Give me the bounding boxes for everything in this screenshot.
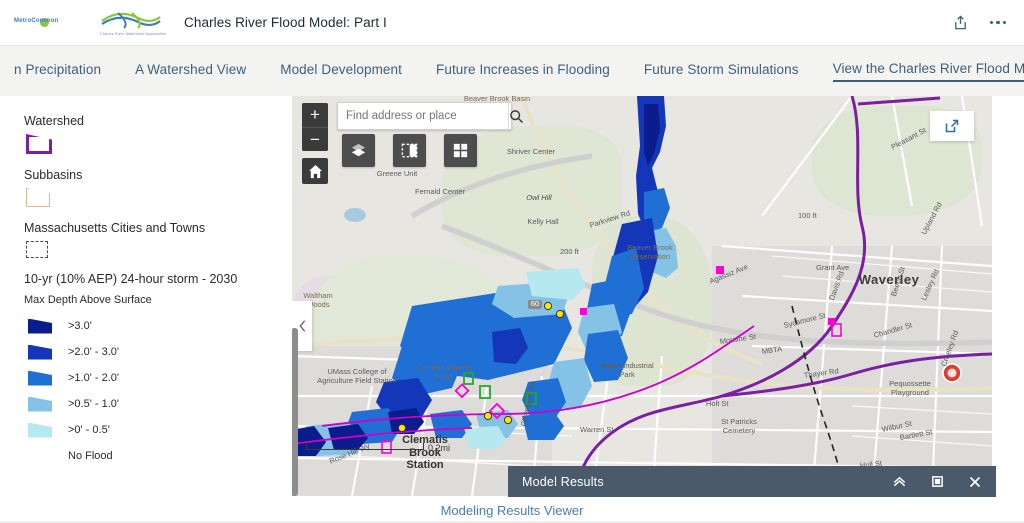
chevron-double-up-icon[interactable] bbox=[892, 474, 907, 489]
depth-label: >3.0' bbox=[68, 320, 92, 332]
map-scrollbar[interactable] bbox=[292, 328, 298, 496]
nav-item-watershed-view[interactable]: A Watershed View bbox=[135, 62, 246, 81]
depth-label: >1.0' - 2.0' bbox=[68, 372, 119, 384]
node-marker bbox=[503, 415, 513, 425]
depth-swatch bbox=[28, 449, 52, 464]
nav-item-future-storm-simulations[interactable]: Future Storm Simulations bbox=[644, 62, 799, 81]
depth-label: >2.0' - 3.0' bbox=[68, 346, 119, 358]
share-icon[interactable] bbox=[953, 15, 968, 31]
node-marker bbox=[483, 411, 493, 421]
legend-storm-scenario: 10-yr (10% AEP) 24-hour storm - 2030 bbox=[24, 272, 238, 286]
legend-group-subbasins: Subbasins bbox=[24, 168, 290, 207]
legend-group-label: Watershed bbox=[24, 114, 84, 128]
map-tool-row bbox=[342, 134, 477, 167]
diamond-marker bbox=[454, 383, 470, 399]
legend-depth-item: >2.0' - 3.0' bbox=[24, 340, 290, 364]
zoom-in-button[interactable]: + bbox=[302, 103, 328, 127]
model-results-actions bbox=[892, 474, 982, 489]
search-input[interactable] bbox=[338, 110, 508, 122]
depth-swatch bbox=[28, 422, 52, 438]
expand-map-button[interactable] bbox=[930, 111, 974, 141]
page-title: Charles River Flood Model: Part I bbox=[184, 15, 387, 30]
layer-compare-icon bbox=[401, 143, 418, 158]
site-marker bbox=[716, 266, 724, 274]
content-area: Watershed Subbasins Massachusetts Cities… bbox=[0, 96, 1024, 496]
home-button[interactable] bbox=[302, 158, 328, 184]
search-icon bbox=[510, 109, 523, 123]
basemap-gallery-button[interactable] bbox=[342, 134, 375, 167]
nav-item-view-flood-model[interactable]: View the Charles River Flood M... bbox=[832, 61, 1024, 82]
legend-depth-item: >0' - 0.5' bbox=[24, 418, 290, 442]
depth-swatch bbox=[28, 396, 52, 412]
model-results-title: Model Results bbox=[522, 474, 604, 489]
layer-list-button[interactable] bbox=[444, 134, 477, 167]
expand-external-icon bbox=[945, 119, 959, 133]
depth-swatch bbox=[28, 370, 52, 386]
site-marker bbox=[831, 323, 842, 337]
layer-compare-button[interactable] bbox=[393, 134, 426, 167]
home-icon bbox=[308, 164, 322, 178]
more-options-icon[interactable] bbox=[989, 20, 1006, 25]
modeling-results-viewer-link[interactable]: Modeling Results Viewer bbox=[0, 503, 1024, 518]
crwa-logo-text: Charles River Watershed Association bbox=[100, 31, 167, 36]
node-marker bbox=[543, 301, 553, 311]
crwa-swirl-icon bbox=[101, 11, 161, 29]
nav-item-precipitation[interactable]: n Precipitation bbox=[14, 62, 101, 81]
gauge-marker bbox=[463, 372, 474, 385]
legend-group-label: Subbasins bbox=[24, 168, 83, 182]
map-scale-bar: 0.2mi bbox=[306, 443, 451, 453]
main-navigation: n Precipitation A Watershed View Model D… bbox=[0, 45, 1024, 96]
nav-item-model-development[interactable]: Model Development bbox=[280, 62, 402, 81]
node-marker bbox=[555, 309, 565, 319]
metrocommon-logo: MetroCommon bbox=[14, 15, 92, 31]
legend-group-label: Massachusetts Cities and Towns bbox=[24, 221, 206, 235]
depth-label: >0.5' - 1.0' bbox=[68, 398, 119, 410]
layer-list-icon bbox=[453, 143, 468, 158]
maximize-icon[interactable] bbox=[931, 475, 944, 488]
app-window: MetroCommon Charles River Watershed Asso… bbox=[0, 0, 1024, 523]
map-legend-panel: Watershed Subbasins Massachusetts Cities… bbox=[0, 96, 290, 496]
app-header: MetroCommon Charles River Watershed Asso… bbox=[0, 0, 1024, 45]
legend-depth-item: No Flood bbox=[24, 444, 290, 468]
zoom-controls[interactable]: + − bbox=[302, 103, 328, 151]
scale-bar-label: 0.2mi bbox=[428, 443, 451, 453]
flood-map[interactable]: Beaver Brook Basin Greene Unit Fernald C… bbox=[292, 96, 992, 496]
gauge-marker bbox=[479, 385, 491, 399]
legend-group-cities-towns: Massachusetts Cities and Towns bbox=[24, 221, 290, 258]
zoom-out-button[interactable]: − bbox=[302, 127, 328, 151]
basemap-gallery-icon bbox=[351, 143, 366, 157]
nav-item-future-increases[interactable]: Future Increases in Flooding bbox=[436, 62, 610, 81]
crwa-logo: Charles River Watershed Association bbox=[98, 10, 166, 36]
depth-label: >0' - 0.5' bbox=[68, 424, 110, 436]
subbasin-polygon-icon bbox=[26, 188, 50, 207]
site-marker bbox=[580, 308, 587, 315]
scale-bar-line bbox=[306, 443, 424, 450]
legend-depth-heading: Max Depth Above Surface bbox=[24, 294, 152, 306]
chevron-left-icon bbox=[299, 320, 305, 332]
depth-swatch bbox=[28, 344, 52, 360]
node-marker bbox=[397, 423, 407, 433]
model-results-panel-header: Model Results bbox=[508, 466, 996, 497]
depth-swatch bbox=[28, 318, 52, 334]
logo-group: MetroCommon Charles River Watershed Asso… bbox=[14, 10, 166, 36]
legend-depth-item: >1.0' - 2.0' bbox=[24, 366, 290, 390]
town-boundary-icon bbox=[26, 241, 48, 258]
legend-depth-item: >3.0' bbox=[24, 314, 290, 338]
gauge-marker bbox=[526, 392, 537, 405]
watershed-polygon-icon bbox=[26, 134, 52, 154]
legend-depth-item: >0.5' - 1.0' bbox=[24, 392, 290, 416]
metrocommon-logo-text: MetroCommon bbox=[14, 17, 59, 24]
map-search-box[interactable] bbox=[337, 102, 523, 130]
close-icon[interactable] bbox=[968, 475, 982, 489]
search-button[interactable] bbox=[508, 103, 524, 129]
legend-group-watershed: Watershed bbox=[24, 114, 290, 154]
header-actions bbox=[953, 15, 1006, 31]
depth-label: No Flood bbox=[68, 450, 113, 462]
